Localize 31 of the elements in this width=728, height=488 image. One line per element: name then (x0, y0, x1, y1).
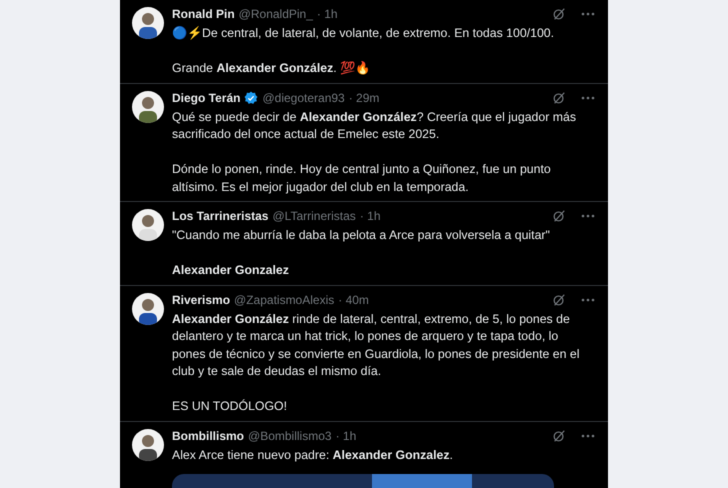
slashed-circle-icon[interactable] (552, 428, 566, 442)
post-time[interactable]: · 1h (336, 428, 356, 442)
author-handle[interactable]: @Bombillismo3 (248, 428, 332, 442)
author-handle[interactable]: @diegoteran93 (262, 90, 345, 104)
author-handle[interactable]: @ZapatismoAlexis (234, 292, 334, 306)
slashed-circle-icon[interactable] (552, 90, 566, 104)
author-name[interactable]: Los Tarrineristas (172, 209, 268, 223)
verified-badge-icon (244, 90, 258, 104)
author-name[interactable]: Bombillismo (172, 428, 244, 442)
author-handle[interactable]: @RonaldPin_ (238, 7, 313, 21)
avatar[interactable] (132, 292, 164, 324)
post-time[interactable]: · 29m (348, 90, 380, 104)
slashed-circle-icon[interactable] (552, 209, 566, 223)
author-name[interactable]: Diego Terán (172, 90, 240, 104)
post-text: Alexander González rinde de lateral, central, extremo, de 5, lo pones de delantero y te marca un hat trick, lo pones de arquero y te tapa todo, lo pones de técnico y se convierte en Guardiola, lo pones de presidente en el club y te sale de deudas el mismo día. ES UN TODÓLOGO! (172, 310, 580, 415)
post-text: "Cuando me aburría le daba la pelota a Arce para volversela a quitar" Alexander Gonzalez (172, 227, 551, 279)
avatar[interactable] (132, 209, 164, 241)
post-text: Alex Arce tiene nuevo padre: Alexander Gonzalez. (172, 446, 454, 464)
post-text: 🔵⚡De central, de lateral, de volante, de extremo. En todas 100/100. Grande Alexander González. 💯🔥 (172, 25, 556, 77)
author-handle[interactable]: @LTarrineristas (272, 209, 356, 223)
post-text: Qué se puede decir de Alexander González? Creería que el jugador más sacrificado del once actual de Emelec este 2025. Dónde lo ponen, rinde. Hoy de central junto a Quiñonez, fue un punto altísimo. Es el mejor jugador del club en la temporada. (172, 108, 577, 196)
post-time[interactable]: · 40m (338, 292, 369, 306)
author-name[interactable]: Ronald Pin (172, 7, 235, 21)
post-time[interactable]: · 1h (316, 7, 338, 21)
avatar[interactable] (132, 7, 164, 39)
avatar[interactable] (132, 90, 164, 122)
author-name[interactable]: Riverismo (172, 292, 230, 306)
avatar[interactable] (132, 428, 164, 460)
post-time[interactable]: · 1h (360, 209, 380, 223)
slashed-circle-icon[interactable] (552, 7, 566, 21)
slashed-circle-icon[interactable] (552, 292, 566, 306)
